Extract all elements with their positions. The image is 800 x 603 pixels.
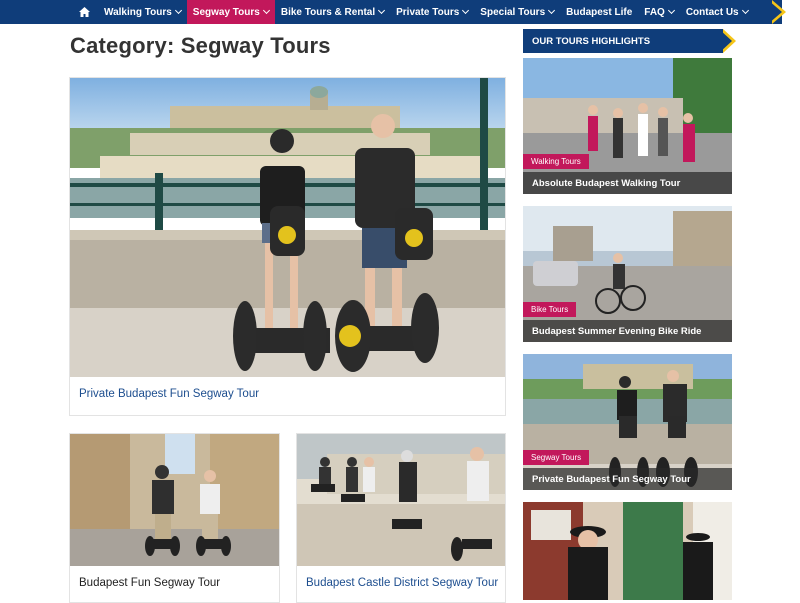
category-badge[interactable]: Bike Tours — [523, 302, 577, 317]
post-image[interactable] — [70, 78, 505, 377]
highlight-image[interactable] — [523, 502, 732, 600]
nav-item-budapest-life[interactable]: Budapest Life — [560, 0, 638, 24]
sidebar-header: OUR TOURS HIGHLIGHTS — [523, 29, 723, 53]
nav-item-label: Private Tours — [396, 6, 460, 18]
post-title[interactable]: Budapest Fun Segway Tour — [79, 577, 220, 589]
post-card[interactable]: Budapest Castle District Segway Tour — [296, 433, 506, 603]
chevron-down-icon — [262, 6, 270, 15]
post-card-featured[interactable]: Private Budapest Fun Segway Tour — [69, 77, 506, 416]
nav-arrow-decoration-inner — [768, 0, 782, 24]
highlight-caption[interactable]: Private Budapest Fun Segway Tour — [523, 468, 732, 490]
nav-item-faq[interactable]: FAQ — [638, 0, 680, 24]
category-badge[interactable]: Walking Tours — [523, 154, 589, 169]
chevron-down-icon — [548, 6, 556, 15]
page-title: Category: Segway Tours — [70, 33, 331, 58]
post-card[interactable]: Budapest Fun Segway Tour — [69, 433, 280, 603]
nav-item-label: Budapest Life — [566, 6, 633, 18]
nav-item-segway-tours[interactable]: Segway Tours — [186, 0, 275, 24]
post-image[interactable] — [70, 434, 279, 566]
chevron-down-icon — [378, 6, 386, 15]
nav-item-label: FAQ — [644, 6, 665, 18]
home-icon[interactable] — [72, 0, 96, 24]
top-navigation: Walking Tours Segway Tours Bike Tours & … — [0, 0, 800, 24]
nav-item-label: Special Tours — [480, 6, 546, 18]
category-badge[interactable]: Segway Tours — [523, 450, 590, 465]
nav-item-walking-tours[interactable]: Walking Tours — [98, 0, 187, 24]
chevron-down-icon — [667, 6, 675, 15]
chevron-down-icon — [174, 6, 182, 15]
sidebar-highlight-item[interactable]: Bike Tours Budapest Summer Evening Bike … — [523, 206, 732, 342]
sidebar-highlight-item[interactable]: Walking Tours Absolute Budapest Walking … — [523, 58, 732, 194]
nav-item-private-tours[interactable]: Private Tours — [390, 0, 474, 24]
highlight-caption[interactable]: Absolute Budapest Walking Tour — [523, 172, 732, 194]
highlight-caption[interactable]: Budapest Summer Evening Bike Ride — [523, 320, 732, 342]
post-title[interactable]: Private Budapest Fun Segway Tour — [79, 388, 259, 400]
sidebar-highlight-item[interactable] — [523, 502, 732, 600]
nav-item-label: Segway Tours — [192, 6, 260, 18]
nav-item-special-tours[interactable]: Special Tours — [474, 0, 560, 24]
nav-item-contact-us[interactable]: Contact Us — [680, 0, 754, 24]
nav-item-label: Bike Tours & Rental — [280, 6, 376, 18]
nav-menu: Walking Tours Segway Tours Bike Tours & … — [0, 0, 800, 24]
sidebar-arrow-decoration-inner — [719, 29, 732, 53]
chevron-down-icon — [741, 6, 749, 15]
nav-item-bike-tours[interactable]: Bike Tours & Rental — [275, 0, 390, 24]
sidebar-highlight-item[interactable]: Segway Tours Private Budapest Fun Segway… — [523, 354, 732, 490]
nav-item-label: Walking Tours — [104, 6, 172, 18]
post-image[interactable] — [297, 434, 505, 566]
nav-item-label: Contact Us — [685, 6, 739, 18]
chevron-down-icon — [462, 6, 470, 15]
post-title[interactable]: Budapest Castle District Segway Tour — [306, 577, 498, 589]
